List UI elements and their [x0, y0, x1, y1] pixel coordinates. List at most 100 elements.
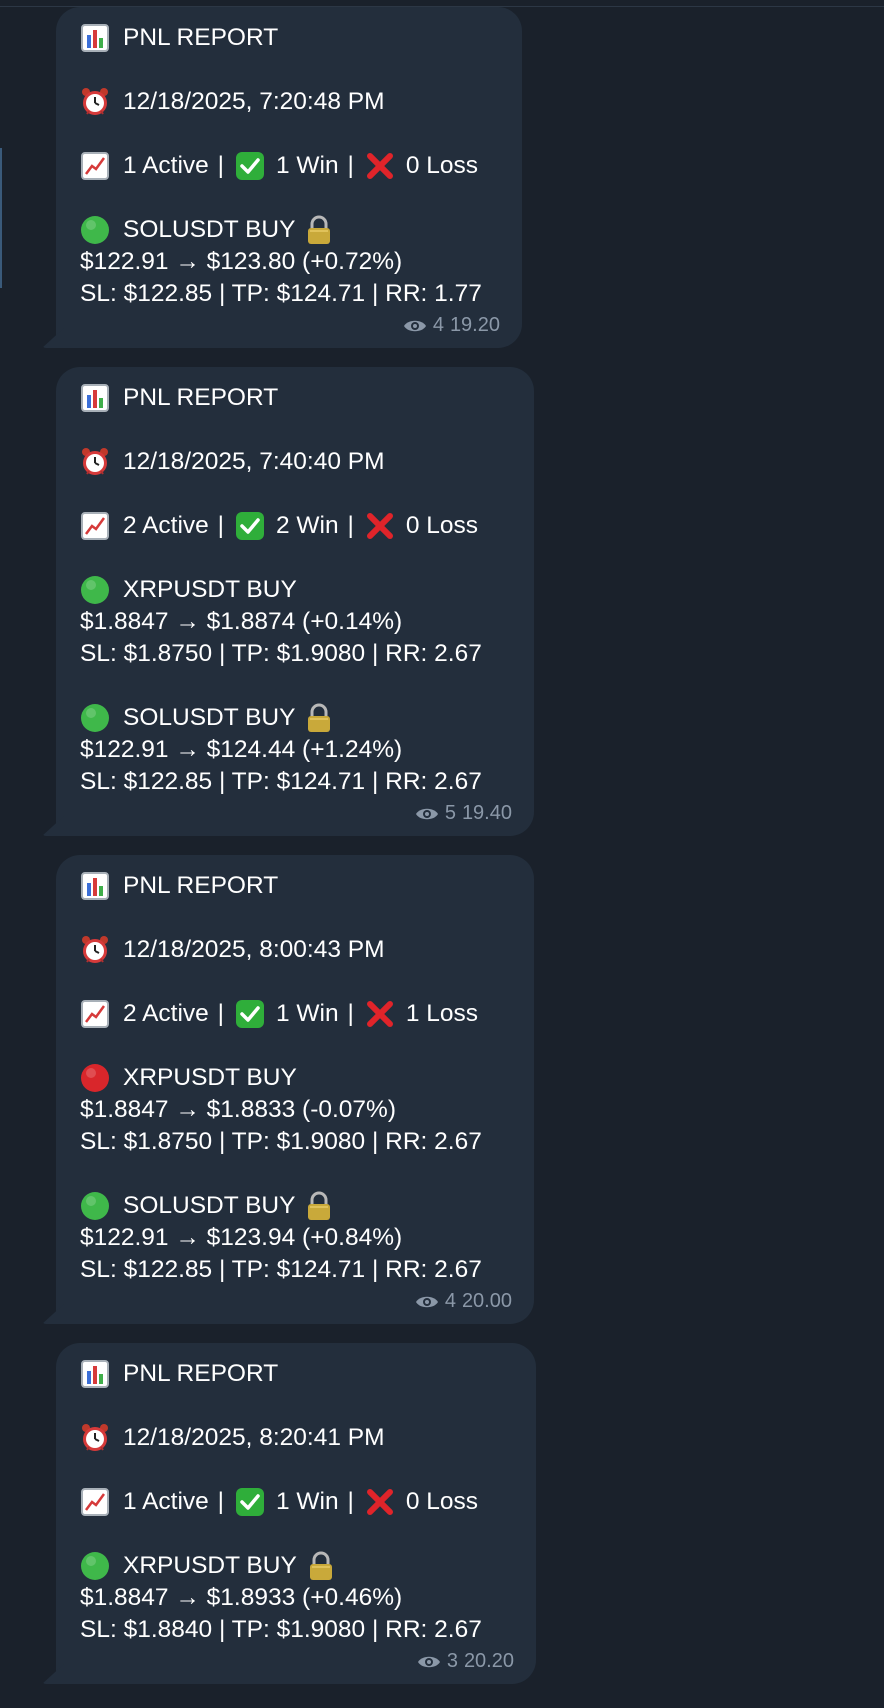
- trade-block: XRPUSDT BUY $1.8847 → $1.8874 (+0.14%) SL:…: [80, 574, 512, 670]
- active-count: 2 Active: [123, 1000, 209, 1027]
- trade-price: $122.91 → $123.94 (+0.84%): [80, 1224, 403, 1251]
- loss-count: 0 Loss: [405, 1488, 479, 1515]
- trade-price: $122.91 → $123.80 (+0.72%): [80, 248, 403, 275]
- eye-icon: [415, 1293, 439, 1309]
- separator: |: [217, 1000, 224, 1027]
- loss-count: 0 Loss: [405, 512, 479, 539]
- timestamp-line: 12/18/2025, 7:20:48 PM: [80, 86, 500, 118]
- active-count: 1 Active: [123, 1488, 209, 1515]
- trade-block: SOLUSDT BUY $122.91 → $123.80 (+0.72%) SL:…: [80, 214, 500, 310]
- view-count: 4: [432, 313, 444, 336]
- lock-icon: [305, 703, 333, 733]
- check-mark-button-icon: [236, 1488, 264, 1516]
- message-bubble[interactable]: PNL REPORT 12/18/2025, 8:00:43 PM 2 Active…: [42, 855, 534, 1324]
- bar-chart-icon: [80, 1359, 110, 1389]
- eye-icon: [403, 317, 427, 333]
- alarm-clock-icon: [80, 447, 110, 477]
- report-title-line: PNL REPORT: [80, 870, 512, 902]
- stats-line: 2 Active | 2 Win | 0 Loss: [80, 510, 512, 542]
- message-time: 19.20: [449, 313, 500, 336]
- eye-icon: [417, 1653, 441, 1669]
- bar-chart-icon: [80, 383, 110, 413]
- message-meta: 5 19.40: [80, 800, 512, 826]
- alarm-clock-icon: [80, 1423, 110, 1453]
- trade-levels: SL: $122.85 | TP: $124.71 | RR: 1.77: [80, 280, 482, 307]
- bubble-tail: [42, 816, 64, 836]
- trade-levels-line: SL: $1.8840 | TP: $1.9080 | RR: 2.67: [80, 1614, 514, 1646]
- separator: |: [217, 152, 224, 179]
- trade-levels: SL: $122.85 | TP: $124.71 | RR: 2.67: [80, 1256, 482, 1283]
- lock-icon: [305, 215, 333, 245]
- cross-mark-icon: [366, 512, 394, 540]
- report-timestamp: 12/18/2025, 8:00:43 PM: [123, 936, 385, 963]
- trade-pair-line: SOLUSDT BUY: [80, 214, 500, 246]
- check-mark-button-icon: [236, 512, 264, 540]
- trade-levels: SL: $1.8840 | TP: $1.9080 | RR: 2.67: [80, 1616, 482, 1643]
- trade-pair-line: XRPUSDT BUY: [80, 1062, 512, 1094]
- trade-price: $1.8847 → $1.8833 (-0.07%): [80, 1096, 396, 1123]
- red-circle-icon: [80, 1063, 110, 1093]
- active-count: 2 Active: [123, 512, 209, 539]
- report-title: PNL REPORT: [123, 24, 279, 51]
- green-circle-icon: [80, 215, 110, 245]
- timestamp-line: 12/18/2025, 8:00:43 PM: [80, 934, 512, 966]
- trade-pair-line: SOLUSDT BUY: [80, 702, 512, 734]
- stats-line: 1 Active | 1 Win | 0 Loss: [80, 1486, 514, 1518]
- trade-levels-line: SL: $1.8750 | TP: $1.9080 | RR: 2.67: [80, 1126, 512, 1158]
- trade-price-line: $122.91 → $124.44 (+1.24%): [80, 734, 512, 766]
- trade-levels-line: SL: $122.85 | TP: $124.71 | RR: 2.67: [80, 1254, 512, 1286]
- trade-levels-line: SL: $1.8750 | TP: $1.9080 | RR: 2.67: [80, 638, 512, 670]
- trade-pair: XRPUSDT BUY: [123, 1552, 297, 1579]
- cross-mark-icon: [366, 1488, 394, 1516]
- trade-pair: XRPUSDT BUY: [123, 1064, 297, 1091]
- chart-increasing-icon: [80, 1487, 110, 1517]
- active-count: 1 Active: [123, 152, 209, 179]
- separator: |: [347, 152, 354, 179]
- trade-levels-line: SL: $122.85 | TP: $124.71 | RR: 1.77: [80, 278, 500, 310]
- alarm-clock-icon: [80, 87, 110, 117]
- trade-price: $1.8847 → $1.8874 (+0.14%): [80, 608, 403, 635]
- trade-pair: SOLUSDT BUY: [123, 216, 296, 243]
- win-count: 1 Win: [276, 152, 339, 179]
- message-bubble[interactable]: PNL REPORT 12/18/2025, 8:20:41 PM 1 Active…: [42, 1343, 536, 1684]
- scroll-indicator: [0, 148, 2, 288]
- report-title: PNL REPORT: [123, 1360, 279, 1387]
- trade-levels: SL: $1.8750 | TP: $1.9080 | RR: 2.67: [80, 1128, 482, 1155]
- separator: |: [217, 1488, 224, 1515]
- stats-line: 2 Active | 1 Win | 1 Loss: [80, 998, 512, 1030]
- report-title: PNL REPORT: [123, 384, 279, 411]
- trade-pair-line: XRPUSDT BUY: [80, 574, 512, 606]
- message-time: 20.00: [461, 1289, 512, 1312]
- bubble-tail: [42, 1664, 64, 1684]
- win-count: 1 Win: [276, 1000, 339, 1027]
- bubble-tail: [42, 328, 64, 348]
- trade-pair-line: SOLUSDT BUY: [80, 1190, 512, 1222]
- loss-count: 1 Loss: [405, 1000, 479, 1027]
- message-time: 19.40: [461, 801, 512, 824]
- win-count: 1 Win: [276, 1488, 339, 1515]
- view-count: 4: [444, 1289, 456, 1312]
- trade-pair-line: XRPUSDT BUY: [80, 1550, 514, 1582]
- chart-increasing-icon: [80, 999, 110, 1029]
- trade-pair: XRPUSDT BUY: [123, 576, 297, 603]
- message-bubble[interactable]: PNL REPORT 12/18/2025, 7:20:48 PM 1 Active…: [42, 7, 522, 348]
- view-count: 5: [444, 801, 456, 824]
- timestamp-line: 12/18/2025, 8:20:41 PM: [80, 1422, 514, 1454]
- green-circle-icon: [80, 1551, 110, 1581]
- separator: |: [347, 512, 354, 539]
- trade-price-line: $1.8847 → $1.8833 (-0.07%): [80, 1094, 512, 1126]
- report-title-line: PNL REPORT: [80, 1358, 514, 1390]
- message-bubble[interactable]: PNL REPORT 12/18/2025, 7:40:40 PM 2 Active…: [42, 367, 534, 836]
- message-meta: 4 20.00: [80, 1288, 512, 1314]
- trade-pair: SOLUSDT BUY: [123, 1192, 296, 1219]
